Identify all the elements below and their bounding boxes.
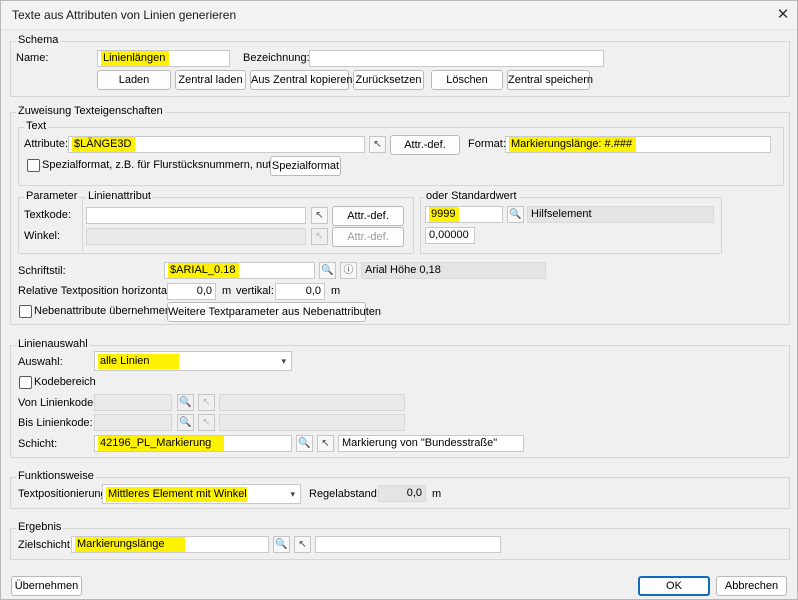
winkel-label: Winkel: [24,230,61,242]
vertikal-label: vertikal: [236,285,274,297]
kodebereich-checkbox[interactable] [19,376,32,389]
horizontal-input[interactable]: 0,0 [167,283,216,300]
bis-linienkode-description [219,414,405,431]
zielschicht-label: Zielschicht: [18,539,74,551]
cursor-icon[interactable]: ↖ [311,207,328,224]
kodebereich-label: Kodebereich [34,376,96,388]
nebenattribute-checkbox[interactable] [19,305,32,318]
linienattribut-legend: Linienattribut [86,190,153,202]
textkode-attribute-input[interactable] [86,207,306,224]
zuweisung-legend: Zuweisung Texteigenschaften [16,105,165,117]
zentral-laden-button[interactable]: Zentral laden [175,70,246,90]
von-linienkode-description [219,394,405,411]
schriftstil-label: Schriftstil: [18,265,66,277]
search-icon[interactable]: 🔍 [507,206,524,223]
info-icon[interactable]: ⓘ [340,262,357,279]
loeschen-button[interactable]: Löschen [431,70,503,90]
attribute-input[interactable]: $LÄNGE3D [68,136,365,153]
chevron-down-icon: ▾ [290,489,295,499]
regelabstand-label: Regelabstand: [309,488,380,500]
ok-button[interactable]: OK [638,576,710,596]
ergebnis-legend: Ergebnis [16,521,64,533]
schriftstil-description: Arial Höhe 0,18 [361,262,546,279]
text-legend: Text [24,120,49,132]
weitere-textparameter-button[interactable]: Weitere Textparameter aus Nebenattribute… [167,302,381,322]
textkode-attr-def-button[interactable]: Attr.-def. [332,206,404,226]
close-icon[interactable]: ✕ [772,4,794,26]
schicht-label: Schicht: [18,438,58,450]
spezialformat-checkbox[interactable] [27,159,40,172]
cursor-icon[interactable]: ↖ [294,536,311,553]
spezialformat-button[interactable]: Spezialformat [270,156,341,176]
winkel-attr-def-button[interactable]: Attr.-def. [332,227,404,247]
auswahl-dropdown[interactable]: alle Linien ▾ [94,351,292,371]
abbrechen-button[interactable]: Abbrechen [716,576,787,596]
bezeichnung-label: Bezeichnung: [243,52,310,64]
attribute-label: Attribute: [24,138,69,150]
spezialformat-label: Spezialformat, z.B. für Flurstücksnummer… [42,159,296,171]
search-icon[interactable]: 🔍 [273,536,290,553]
schema-legend: Schema [16,34,61,46]
schicht-input[interactable]: 42196_PL_Markierung [94,435,292,452]
zielschicht-input[interactable]: Markierungslänge [71,536,269,553]
textkode-label: Textkode: [24,209,72,221]
zentral-speichern-button[interactable]: Zentral speichern [507,70,593,90]
cursor-icon[interactable]: ↖ [198,394,215,411]
textpositionierung-label: Textpositionierung: [18,488,110,500]
horizontal-unit: m [222,285,232,297]
bis-linienkode-input[interactable] [94,414,172,431]
regelabstand-input[interactable]: 0,0 [378,485,426,502]
name-label: Name: [16,52,49,64]
parameter-legend: Parameter [24,190,80,202]
relative-textposition-label: Relative Textposition horizontal: [18,285,173,297]
zuruecksetzen-button[interactable]: Zurücksetzen [353,70,424,90]
textpositionierung-dropdown[interactable]: Mittleres Element mit Winkel ▾ [102,484,301,504]
nebenattribute-label: Nebenattribute übernehmen? [34,305,178,317]
search-icon[interactable]: 🔍 [296,435,313,452]
zielschicht-description [315,536,501,553]
winkel-attribute-input[interactable] [86,228,306,245]
search-icon[interactable]: 🔍 [177,394,194,411]
schicht-description: Markierung von "Bundesstraße" [338,435,524,452]
chevron-down-icon: ▾ [281,356,286,366]
regelabstand-unit: m [432,488,442,500]
bezeichnung-input[interactable] [309,50,604,67]
name-input[interactable]: Linienlängen [97,50,230,67]
search-icon[interactable]: 🔍 [177,414,194,431]
funktionsweise-legend: Funktionsweise [16,470,96,482]
von-linienkode-input[interactable] [94,394,172,411]
auswahl-label: Auswahl: [18,356,63,368]
cursor-icon[interactable]: ↖ [369,136,386,153]
format-input[interactable]: Markierungslänge: #.### [505,136,771,153]
format-label: Format: [468,138,506,150]
standardwert-legend: oder Standardwert [424,190,519,202]
schriftstil-input[interactable]: $ARIAL_0.18 [164,262,315,279]
vertikal-unit: m [331,285,341,297]
aus-zentral-kopieren-button[interactable]: Aus Zentral kopieren [250,70,353,90]
cursor-icon[interactable]: ↖ [311,228,328,245]
uebernehmen-button[interactable]: Übernehmen [11,576,82,596]
winkel-default-input[interactable]: 0,00000 [425,227,475,244]
cursor-icon[interactable]: ↖ [198,414,215,431]
cursor-icon[interactable]: ↖ [317,435,334,452]
von-linienkode-label: Von Linienkode: [18,397,97,409]
vertikal-input[interactable]: 0,0 [275,283,325,300]
laden-button[interactable]: Laden [97,70,171,90]
textkode-description: Hilfselement [527,206,714,223]
search-icon[interactable]: 🔍 [319,262,336,279]
attr-def-button[interactable]: Attr.-def. [390,135,460,155]
linienauswahl-legend: Linienauswahl [16,338,90,350]
textkode-default-input[interactable]: 9999 [425,206,503,223]
window-title: Texte aus Attributen von Linien generier… [12,8,237,22]
bis-linienkode-label: Bis Linienkode: [18,417,93,429]
